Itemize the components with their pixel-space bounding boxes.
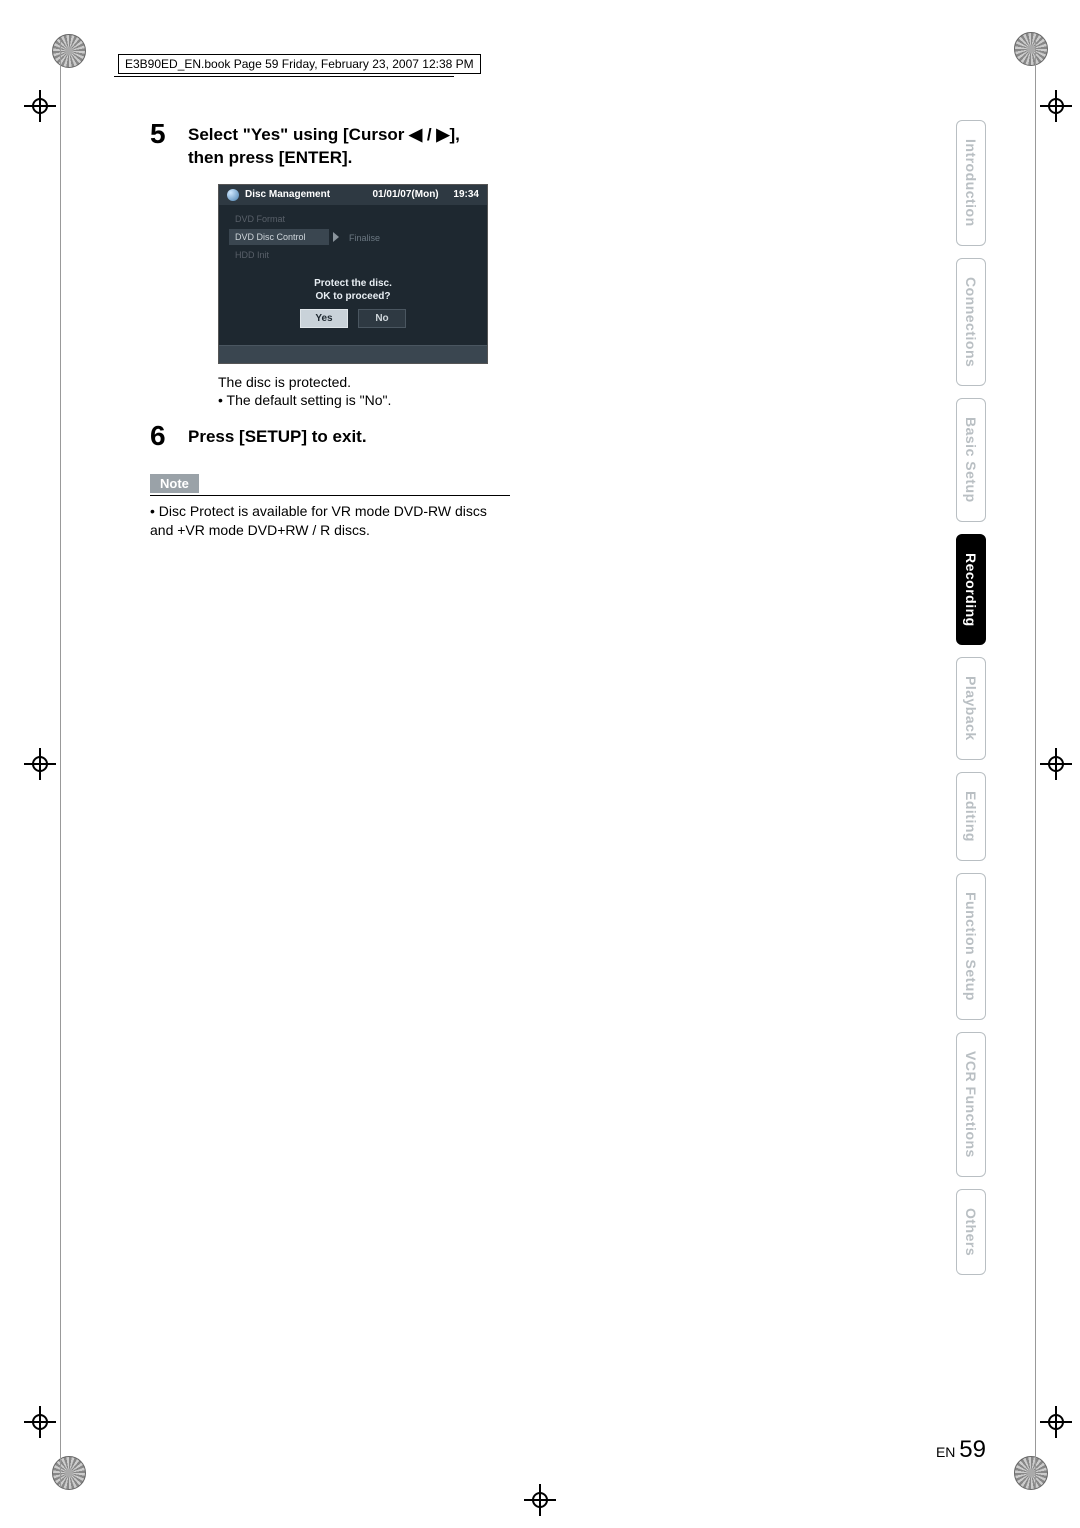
step-6: 6 Press [SETUP] to exit. bbox=[150, 422, 850, 450]
disc-icon bbox=[227, 189, 239, 201]
menu-dvd-format: DVD Format bbox=[229, 211, 477, 227]
tab-connections[interactable]: Connections bbox=[956, 258, 986, 386]
note-badge: Note bbox=[150, 474, 199, 493]
section-tabs: Introduction Connections Basic Setup Rec… bbox=[956, 120, 986, 1275]
tab-introduction[interactable]: Introduction bbox=[956, 120, 986, 246]
menu-dvd-disc-control: DVD Disc Control bbox=[229, 229, 329, 245]
registration-target-icon bbox=[530, 1490, 550, 1510]
confirm-dialog: Protect the disc. OK to proceed? Yes No bbox=[278, 277, 428, 328]
page-number-value: 59 bbox=[959, 1436, 986, 1463]
registration-target-icon bbox=[30, 1412, 50, 1432]
device-screenshot: Disc Management 01/01/07(Mon) 19:34 DVD … bbox=[218, 184, 488, 364]
tab-vcr-functions[interactable]: VCR Functions bbox=[956, 1032, 986, 1177]
default-setting-note: The default setting is "No". bbox=[218, 392, 850, 408]
result-caption: The disc is protected. bbox=[218, 374, 850, 390]
tab-playback[interactable]: Playback bbox=[956, 657, 986, 760]
tab-others[interactable]: Others bbox=[956, 1189, 986, 1275]
print-header-text: E3B90ED_EN.book Page 59 Friday, February… bbox=[118, 54, 481, 74]
dialog-no-button[interactable]: No bbox=[358, 309, 406, 328]
scr-titlebar: Disc Management 01/01/07(Mon) 19:34 bbox=[219, 185, 487, 205]
tab-editing[interactable]: Editing bbox=[956, 772, 986, 861]
registration-target-icon bbox=[1046, 1412, 1066, 1432]
scr-time: 19:34 bbox=[453, 189, 479, 200]
print-header: E3B90ED_EN.book Page 59 Friday, February… bbox=[118, 54, 487, 74]
menu-finalise: Finalise bbox=[349, 233, 380, 243]
registration-target-icon bbox=[30, 96, 50, 116]
note-divider bbox=[150, 495, 510, 496]
scr-date: 01/01/07(Mon) bbox=[373, 189, 439, 200]
registration-target-icon bbox=[1046, 96, 1066, 116]
menu-hdd-init: HDD Init bbox=[229, 247, 477, 263]
main-content: 5 Select "Yes" using [Cursor ◀ / ▶], the… bbox=[150, 120, 850, 540]
tab-function-setup[interactable]: Function Setup bbox=[956, 873, 986, 1020]
dialog-line1: Protect the disc. bbox=[314, 278, 392, 289]
page-prefix: EN bbox=[936, 1444, 955, 1460]
dialog-yes-button[interactable]: Yes bbox=[300, 309, 348, 328]
step-text: Select "Yes" using [Cursor ◀ / ▶], then … bbox=[188, 120, 460, 170]
trim-line bbox=[60, 40, 61, 1488]
registration-wheel-icon bbox=[52, 1456, 86, 1490]
page-number: EN 59 bbox=[936, 1436, 986, 1464]
step-number: 5 bbox=[150, 120, 178, 148]
trim-line bbox=[1035, 40, 1036, 1488]
scr-title: Disc Management bbox=[245, 189, 330, 200]
registration-target-icon bbox=[1046, 754, 1066, 774]
tab-recording[interactable]: Recording bbox=[956, 534, 986, 646]
registration-wheel-icon bbox=[1014, 32, 1048, 66]
registration-target-icon bbox=[30, 754, 50, 774]
step-text: Press [SETUP] to exit. bbox=[188, 422, 367, 449]
scr-footer bbox=[219, 345, 487, 363]
tab-basic-setup[interactable]: Basic Setup bbox=[956, 398, 986, 522]
step-number: 6 bbox=[150, 422, 178, 450]
registration-wheel-icon bbox=[52, 34, 86, 68]
note-text: Disc Protect is available for VR mode DV… bbox=[150, 502, 510, 540]
step-5: 5 Select "Yes" using [Cursor ◀ / ▶], the… bbox=[150, 120, 850, 170]
registration-wheel-icon bbox=[1014, 1456, 1048, 1490]
dialog-line2: OK to proceed? bbox=[315, 291, 390, 302]
